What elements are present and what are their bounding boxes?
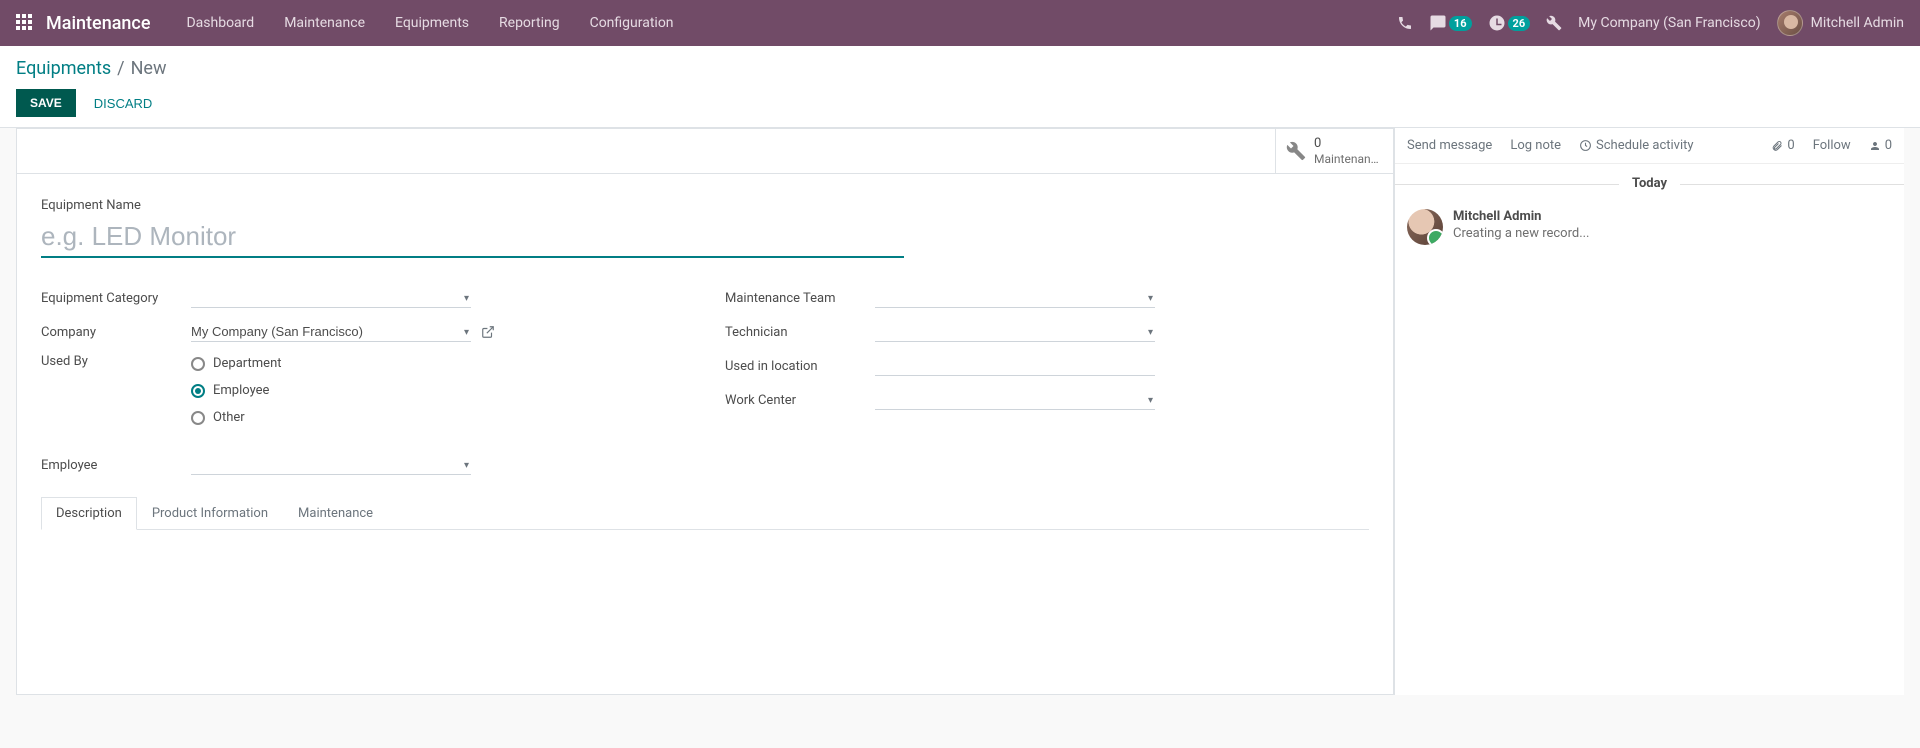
company-switcher[interactable]: My Company (San Francisco) bbox=[1578, 15, 1760, 31]
technician-label: Technician bbox=[725, 325, 875, 340]
app-brand[interactable]: Maintenance bbox=[46, 13, 150, 34]
company-label: Company bbox=[41, 325, 191, 340]
stat-label: Maintenan… bbox=[1314, 152, 1379, 166]
tab-maintenance[interactable]: Maintenance bbox=[283, 497, 388, 530]
nav-dashboard[interactable]: Dashboard bbox=[174, 9, 266, 37]
category-label: Equipment Category bbox=[41, 291, 191, 306]
navbar-right: 16 26 My Company (San Francisco) Mitchel… bbox=[1397, 10, 1904, 36]
messages-icon[interactable]: 16 bbox=[1429, 14, 1472, 32]
notebook-tabs: Description Product Information Maintena… bbox=[41, 497, 1369, 530]
thread-date-separator: Today bbox=[1395, 164, 1904, 203]
apps-icon[interactable] bbox=[16, 14, 34, 32]
stat-value: 0 bbox=[1314, 136, 1379, 152]
attachments-button[interactable]: 0 bbox=[1771, 138, 1794, 153]
user-avatar-icon bbox=[1777, 10, 1803, 36]
clock-icon bbox=[1579, 139, 1592, 152]
workcenter-input[interactable] bbox=[875, 390, 1155, 410]
usedby-label: Used By bbox=[41, 354, 191, 369]
equipment-name-input[interactable] bbox=[41, 217, 904, 258]
phone-icon[interactable] bbox=[1397, 15, 1413, 31]
chatter: Send message Log note Schedule activity … bbox=[1394, 128, 1904, 695]
radio-icon bbox=[191, 411, 205, 425]
tab-product-info[interactable]: Product Information bbox=[137, 497, 283, 530]
nav-maintenance[interactable]: Maintenance bbox=[272, 9, 377, 37]
usedby-other[interactable]: Other bbox=[191, 410, 685, 425]
log-note-button[interactable]: Log note bbox=[1510, 138, 1561, 153]
wrench-icon bbox=[1286, 141, 1306, 161]
message-item: Mitchell Admin Creating a new record... bbox=[1395, 203, 1904, 261]
employee-input[interactable] bbox=[191, 455, 471, 475]
user-name: Mitchell Admin bbox=[1811, 15, 1904, 31]
control-panel-buttons: SAVE DISCARD bbox=[16, 89, 1904, 117]
followers-button[interactable]: 0 bbox=[1869, 138, 1892, 153]
message-author: Mitchell Admin bbox=[1453, 209, 1590, 224]
notebook: Description Product Information Maintena… bbox=[41, 497, 1369, 670]
breadcrumb-current: New bbox=[131, 58, 167, 79]
usedby-employee[interactable]: Employee bbox=[191, 383, 685, 398]
nav-reporting[interactable]: Reporting bbox=[487, 9, 572, 37]
form-sheet: Equipment Name Equipment Category ▾ Comp… bbox=[17, 174, 1393, 694]
radio-icon bbox=[191, 357, 205, 371]
usedby-department[interactable]: Department bbox=[191, 356, 685, 371]
company-input[interactable] bbox=[191, 322, 471, 342]
user-menu[interactable]: Mitchell Admin bbox=[1777, 10, 1904, 36]
save-button[interactable]: SAVE bbox=[16, 89, 76, 117]
location-label: Used in location bbox=[725, 359, 875, 374]
follow-button[interactable]: Follow bbox=[1813, 138, 1851, 153]
radio-icon bbox=[191, 384, 205, 398]
top-navbar: Maintenance Dashboard Maintenance Equipm… bbox=[0, 0, 1920, 46]
activities-icon[interactable]: 26 bbox=[1488, 14, 1531, 32]
discard-button[interactable]: DISCARD bbox=[84, 89, 163, 117]
debug-icon[interactable] bbox=[1546, 15, 1562, 31]
usedby-other-label: Other bbox=[213, 410, 245, 425]
control-panel: Equipments / New SAVE DISCARD bbox=[0, 46, 1920, 128]
person-icon bbox=[1869, 140, 1881, 152]
right-column: Maintenance Team ▾ Technician ▾ bbox=[725, 286, 1369, 477]
chatter-topbar: Send message Log note Schedule activity … bbox=[1395, 128, 1904, 164]
form-view: 0 Maintenan… Equipment Name Equipment Ca… bbox=[16, 128, 1394, 695]
technician-input[interactable] bbox=[875, 322, 1155, 342]
nav-configuration[interactable]: Configuration bbox=[578, 9, 686, 37]
usedby-radio-group: Department Employee Other bbox=[191, 354, 685, 425]
external-link-icon[interactable] bbox=[481, 325, 495, 339]
paperclip-icon bbox=[1771, 140, 1783, 152]
category-input[interactable] bbox=[191, 288, 471, 308]
activities-badge: 26 bbox=[1508, 16, 1531, 31]
nav-equipments[interactable]: Equipments bbox=[383, 9, 481, 37]
team-label: Maintenance Team bbox=[725, 291, 875, 306]
maintenance-stat-button[interactable]: 0 Maintenan… bbox=[1275, 129, 1393, 173]
notebook-page bbox=[41, 530, 1369, 670]
message-avatar-icon bbox=[1407, 209, 1443, 245]
workcenter-label: Work Center bbox=[725, 393, 875, 408]
tab-description[interactable]: Description bbox=[41, 497, 137, 530]
breadcrumb-root[interactable]: Equipments bbox=[16, 58, 111, 79]
employee-label: Employee bbox=[41, 458, 191, 473]
breadcrumb-separator: / bbox=[117, 58, 124, 79]
schedule-activity-button[interactable]: Schedule activity bbox=[1579, 138, 1694, 153]
location-input[interactable] bbox=[875, 356, 1155, 376]
team-input[interactable] bbox=[875, 288, 1155, 308]
left-column: Equipment Category ▾ Company ▾ bbox=[41, 286, 685, 477]
main-content: 0 Maintenan… Equipment Name Equipment Ca… bbox=[16, 128, 1904, 695]
breadcrumb: Equipments / New bbox=[16, 58, 1904, 79]
equipment-name-label: Equipment Name bbox=[41, 198, 1369, 213]
navbar-left: Maintenance Dashboard Maintenance Equipm… bbox=[16, 9, 686, 37]
messages-badge: 16 bbox=[1449, 16, 1472, 31]
usedby-department-label: Department bbox=[213, 356, 282, 371]
send-message-button[interactable]: Send message bbox=[1407, 138, 1492, 153]
button-box: 0 Maintenan… bbox=[17, 129, 1393, 174]
usedby-employee-label: Employee bbox=[213, 383, 269, 398]
message-body: Creating a new record... bbox=[1453, 226, 1590, 241]
nav-menu: Dashboard Maintenance Equipments Reporti… bbox=[174, 9, 685, 37]
